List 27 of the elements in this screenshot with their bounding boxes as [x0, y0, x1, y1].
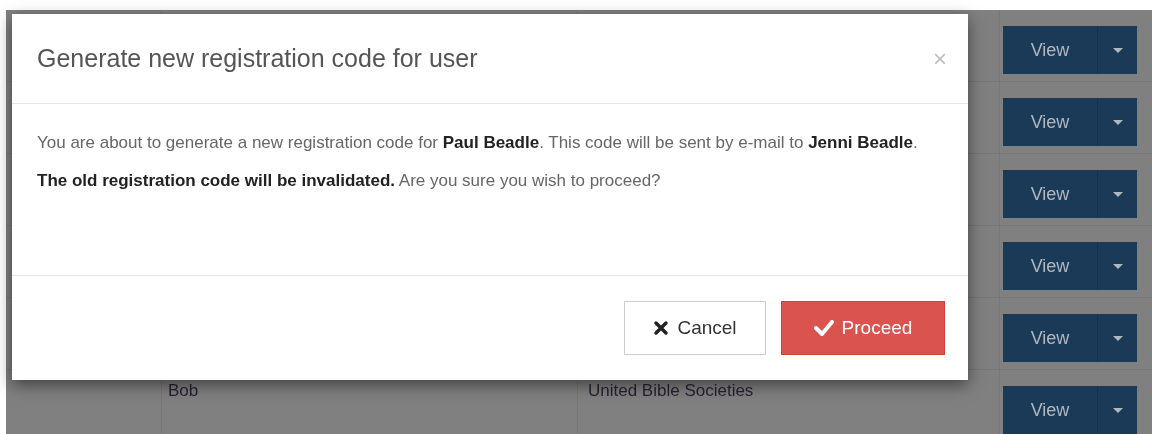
view-button[interactable]: View: [1003, 98, 1097, 146]
caret-icon: [1112, 47, 1123, 53]
checkmark-icon: [813, 320, 834, 336]
table-cell: Bob: [168, 381, 199, 400]
dropdown-toggle[interactable]: [1097, 314, 1137, 362]
dropdown-toggle[interactable]: [1097, 26, 1137, 74]
view-button[interactable]: View: [1003, 242, 1097, 290]
dialog-title: Generate new registration code for user: [37, 42, 478, 74]
dropdown-toggle[interactable]: [1097, 170, 1137, 218]
view-button[interactable]: View: [1003, 170, 1097, 218]
caret-icon: [1112, 191, 1123, 197]
caret-icon: [1112, 263, 1123, 269]
close-icon: [653, 320, 670, 336]
caret-icon: [1112, 407, 1123, 413]
cancel-button[interactable]: Cancel: [624, 301, 766, 355]
view-button[interactable]: View: [1003, 26, 1097, 74]
view-button[interactable]: View: [1003, 314, 1097, 362]
dialog-message: The old registration code will be invalidated. Are you sure you wish to proceed?: [37, 170, 662, 192]
proceed-button[interactable]: Proceed: [781, 301, 945, 355]
dropdown-toggle[interactable]: [1097, 242, 1137, 290]
caret-icon: [1112, 119, 1123, 125]
table-cell: United Bible Societies: [588, 381, 754, 400]
dropdown-toggle[interactable]: [1097, 98, 1137, 146]
caret-icon: [1112, 335, 1123, 341]
view-button[interactable]: View: [1003, 386, 1097, 434]
dropdown-toggle[interactable]: [1097, 386, 1137, 434]
dialog-message: You are about to generate a new registration code for Paul Beadle. This code will be sent by e-mail to Jenni Beadle.: [37, 132, 919, 154]
